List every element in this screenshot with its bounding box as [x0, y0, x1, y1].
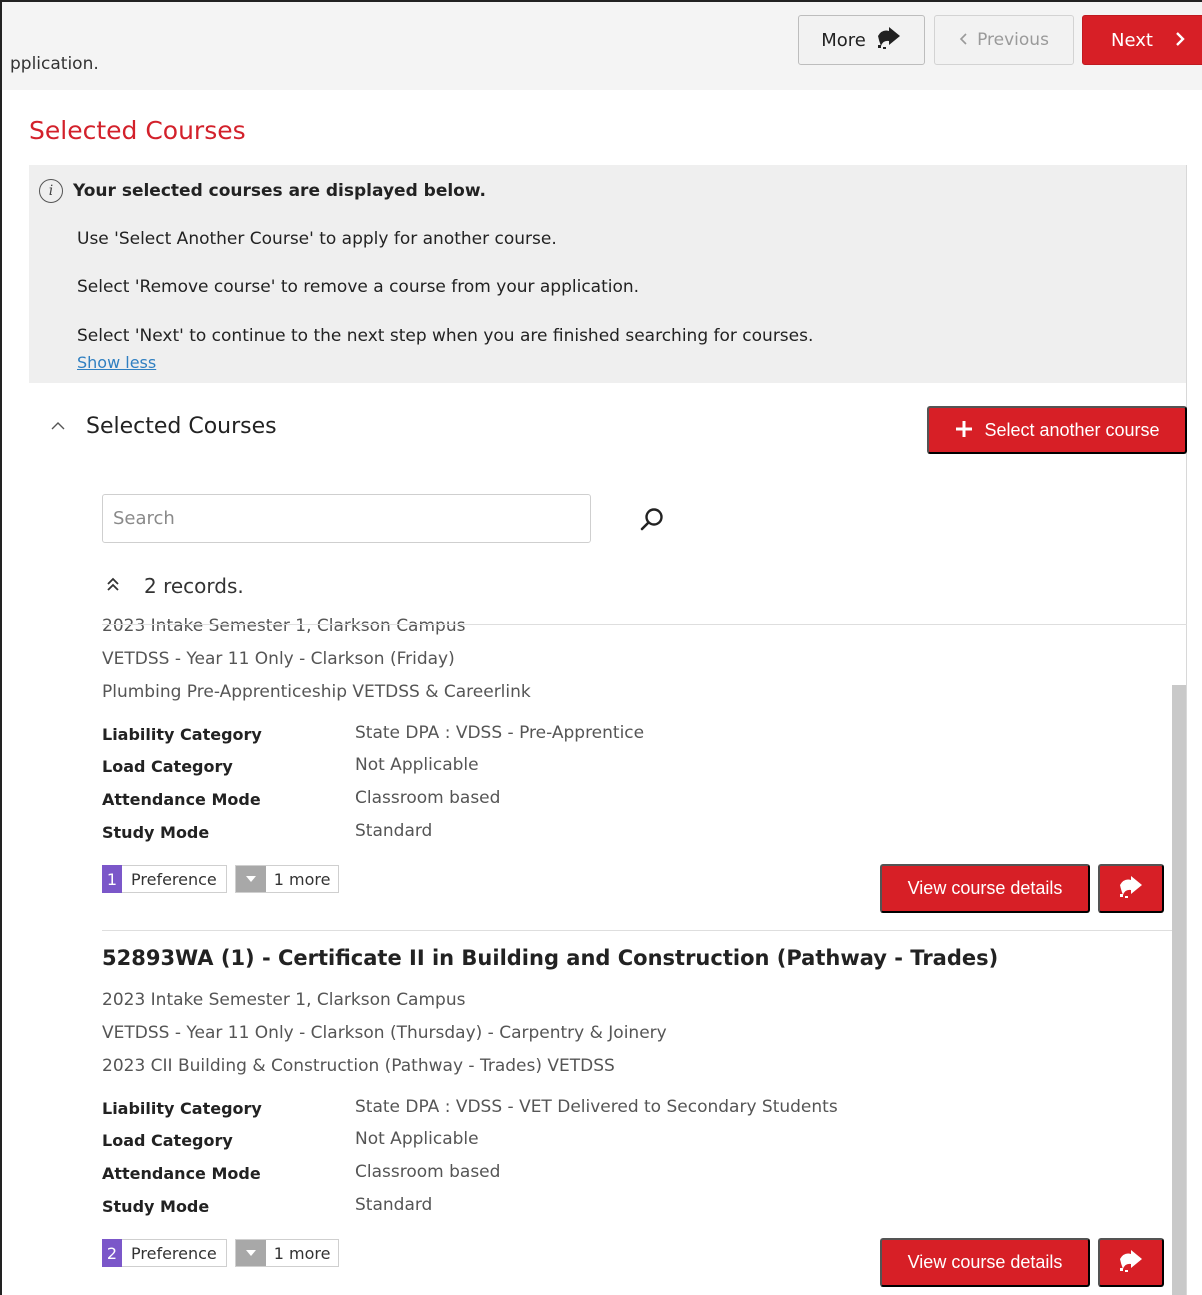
more-button-label: More: [821, 29, 866, 51]
preference-number: 2: [102, 1239, 122, 1267]
double-chevron-up-icon[interactable]: [106, 576, 120, 596]
next-button-label: Next: [1111, 29, 1153, 51]
records-count: 2 records.: [144, 574, 244, 598]
preference-badge: 2 Preference 1 more: [102, 1239, 340, 1267]
select-another-course-button[interactable]: Select another course: [927, 406, 1187, 454]
previous-button[interactable]: Previous: [934, 15, 1074, 65]
section-title: Selected Courses: [86, 414, 277, 439]
select-another-course-label: Select another course: [984, 419, 1160, 440]
search-box: [102, 494, 663, 543]
course-offering: 2023 CII Building & Construction (Pathwa…: [102, 1056, 615, 1076]
view-course-details-button[interactable]: View course details: [880, 864, 1090, 913]
go-arrow-icon: [1118, 1249, 1144, 1276]
course-divider: [102, 930, 1172, 931]
records-divider: [102, 624, 1187, 625]
course-intake: 2023 Intake Semester 1, Clarkson Campus: [102, 616, 466, 636]
info-icon: i: [39, 179, 63, 203]
view-course-details-button[interactable]: View course details: [880, 1238, 1090, 1287]
page-frame: pplication. More Previous Next Selected …: [0, 0, 1202, 1295]
more-dropdown[interactable]: 1 more: [234, 1239, 340, 1267]
attendance-value: Classroom based: [355, 1162, 501, 1182]
info-heading-text: Your selected courses are displayed belo…: [73, 181, 486, 201]
go-arrow-icon: [876, 26, 902, 55]
info-heading: i Your selected courses are displayed be…: [39, 179, 486, 203]
chevron-down-icon: [235, 1240, 266, 1266]
wizard-toolbar: pplication. More Previous Next: [2, 2, 1202, 90]
liability-label: Liability Category: [102, 1099, 262, 1118]
previous-button-label: Previous: [977, 30, 1049, 50]
more-dropdown-label: 1 more: [273, 869, 331, 889]
more-dropdown[interactable]: 1 more: [234, 865, 340, 893]
info-panel: i Your selected courses are displayed be…: [29, 165, 1186, 383]
chevron-down-icon: [235, 866, 266, 892]
course-group: VETDSS - Year 11 Only - Clarkson (Friday…: [102, 649, 455, 669]
attendance-label: Attendance Mode: [102, 790, 261, 809]
study-value: Standard: [355, 821, 433, 841]
info-line-1: Use 'Select Another Course' to apply for…: [77, 229, 557, 249]
liability-label: Liability Category: [102, 725, 262, 744]
more-dropdown-label: 1 more: [273, 1243, 331, 1263]
study-value: Standard: [355, 1195, 433, 1215]
info-line-3: Select 'Next' to continue to the next st…: [77, 326, 814, 346]
chevron-up-icon: [50, 419, 66, 435]
course-actions-button[interactable]: [1098, 864, 1164, 913]
preference-badge: 1 Preference 1 more: [102, 865, 340, 893]
course-offering: Plumbing Pre-Apprenticeship VETDSS & Car…: [102, 682, 531, 702]
course-title: 52893WA (1) - Certificate II in Building…: [102, 946, 999, 970]
next-button[interactable]: Next: [1082, 15, 1202, 65]
load-value: Not Applicable: [355, 755, 479, 775]
liability-value: State DPA : VDSS - VET Delivered to Seco…: [355, 1097, 838, 1117]
preference-label: Preference: [122, 865, 227, 893]
load-label: Load Category: [102, 757, 233, 776]
study-label: Study Mode: [102, 1197, 210, 1216]
attendance-label: Attendance Mode: [102, 1164, 261, 1183]
course-intake: 2023 Intake Semester 1, Clarkson Campus: [102, 990, 466, 1010]
attendance-value: Classroom based: [355, 788, 501, 808]
go-arrow-icon: [1118, 875, 1144, 902]
chevron-left-icon: [959, 30, 969, 50]
course-group: VETDSS - Year 11 Only - Clarkson (Thursd…: [102, 1023, 667, 1043]
more-button[interactable]: More: [798, 15, 925, 65]
preference-label: Preference: [122, 1239, 227, 1267]
course-list: 2023 Intake Semester 1, Clarkson Campus …: [102, 610, 1187, 1295]
list-scrollbar[interactable]: [1172, 685, 1186, 1295]
study-label: Study Mode: [102, 823, 210, 842]
chevron-right-icon: [1175, 30, 1185, 51]
search-icon[interactable]: [639, 507, 665, 537]
course-actions-button[interactable]: [1098, 1238, 1164, 1287]
records-bar: 2 records.: [106, 574, 244, 598]
show-less-link[interactable]: Show less: [77, 353, 156, 372]
preference-number: 1: [102, 865, 122, 893]
liability-value: State DPA : VDSS - Pre-Apprentice: [355, 723, 645, 743]
search-input[interactable]: [103, 495, 533, 542]
page-description: pplication.: [10, 54, 99, 74]
selected-courses-header[interactable]: Selected Courses: [50, 414, 277, 439]
page-title: Selected Courses: [29, 116, 246, 145]
load-label: Load Category: [102, 1131, 233, 1150]
info-line-2: Select 'Remove course' to remove a cours…: [77, 277, 640, 297]
load-value: Not Applicable: [355, 1129, 479, 1149]
plus-icon: [954, 417, 974, 443]
